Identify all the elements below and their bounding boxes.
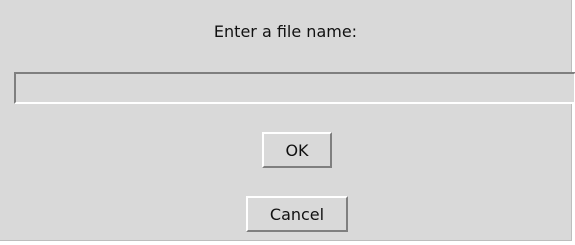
ok-button[interactable]: OK — [262, 132, 332, 168]
cancel-button[interactable]: Cancel — [246, 196, 348, 232]
file-name-dialog: Enter a file name: OK Cancel — [0, 0, 575, 241]
file-name-input[interactable] — [14, 72, 575, 104]
prompt-label: Enter a file name: — [213, 22, 358, 41]
